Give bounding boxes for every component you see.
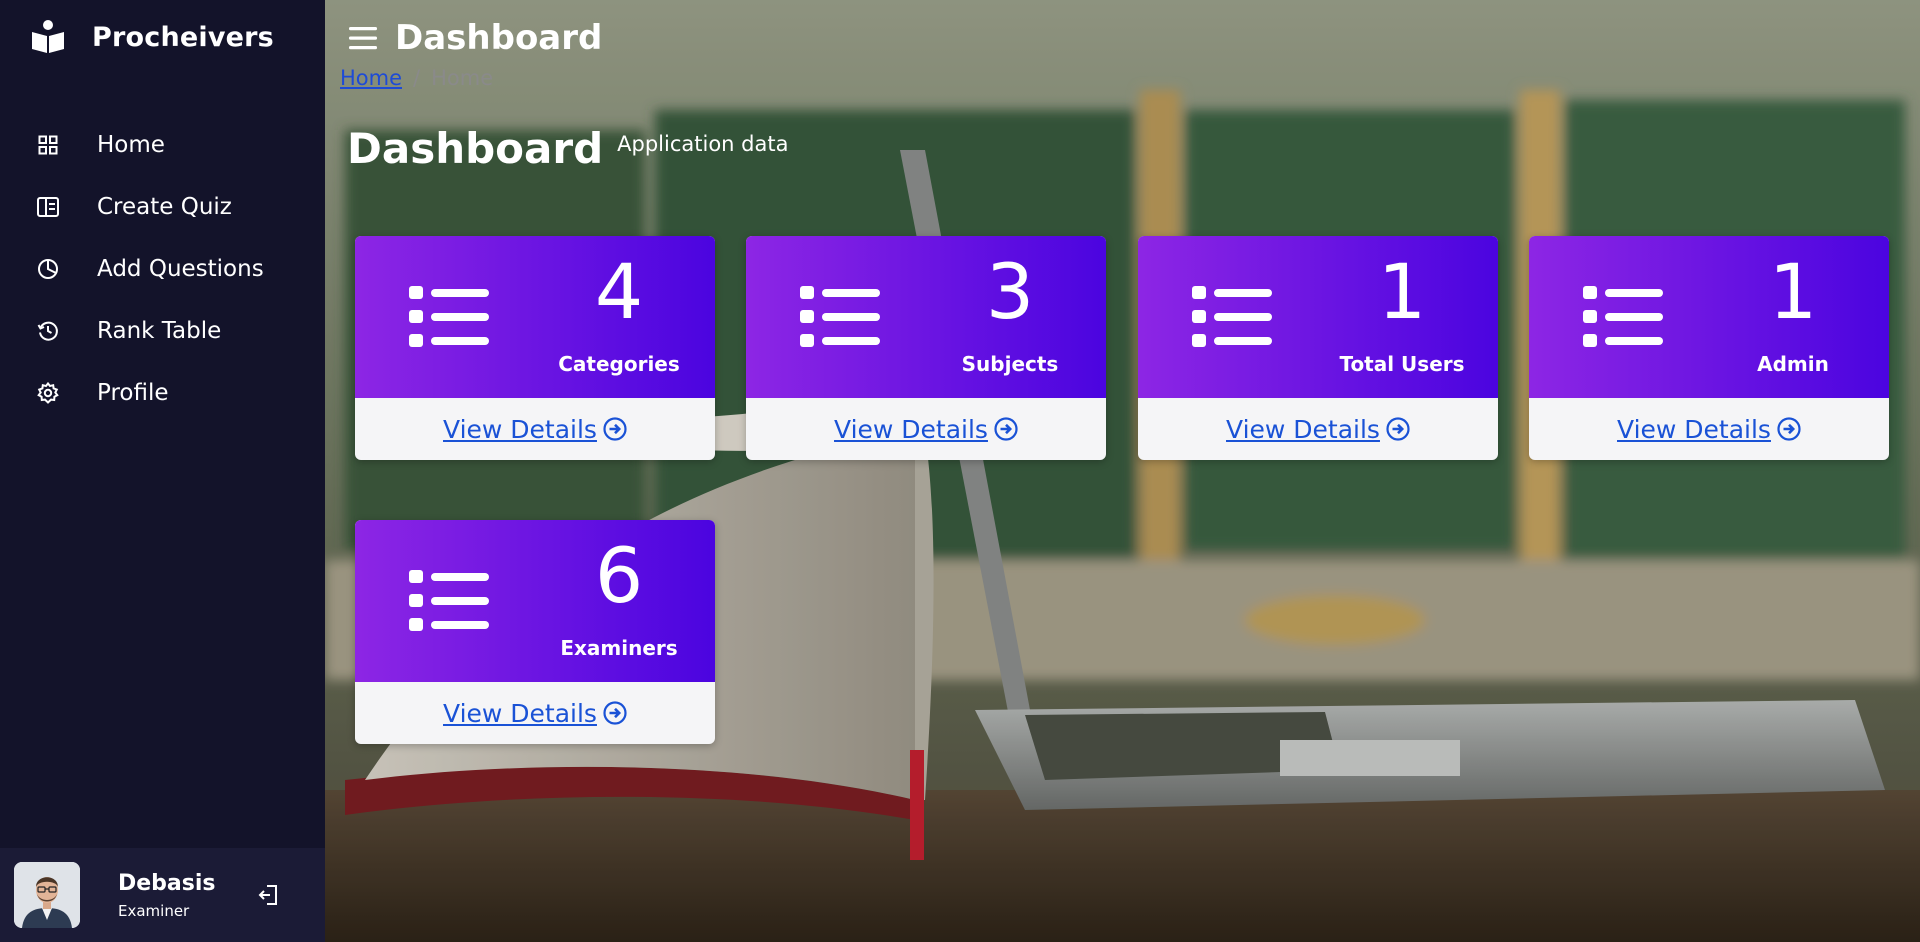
stat-card-total-users: 1 Total Users View Details: [1138, 236, 1498, 460]
stat-card-categories: 4 Categories View Details: [355, 236, 715, 460]
stat-card-header: 6 Examiners: [355, 520, 715, 682]
stat-label: Categories: [558, 352, 680, 376]
arrow-circle-right-icon: [994, 417, 1018, 441]
arrow-circle-right-icon: [1386, 417, 1410, 441]
brand-name: Procheivers: [92, 21, 274, 53]
pie-chart-icon: [36, 257, 60, 281]
stat-label: Admin: [1757, 352, 1829, 376]
stat-value: 1: [1768, 247, 1818, 336]
stat-value: 6: [594, 531, 644, 620]
stat-card-header: 3 Subjects: [746, 236, 1106, 398]
stat-card-header: 4 Categories: [355, 236, 715, 398]
stat-card-footer: View Details: [1529, 398, 1889, 460]
stat-value: 4: [594, 247, 644, 336]
gear-icon: [36, 381, 60, 405]
stat-label: Subjects: [961, 352, 1059, 376]
brand[interactable]: Procheivers: [0, 0, 325, 74]
sidebar-item-profile[interactable]: Profile: [0, 362, 325, 424]
stat-label: Total Users: [1339, 352, 1465, 376]
stat-card-header: 1 Total Users: [1138, 236, 1498, 398]
stat-card-footer: View Details: [746, 398, 1106, 460]
view-details-link[interactable]: View Details: [1617, 415, 1801, 444]
logout-button[interactable]: [254, 880, 284, 910]
reading-book-logo-icon: [32, 20, 64, 53]
arrow-circle-right-icon: [1777, 417, 1801, 441]
view-details-link[interactable]: View Details: [443, 699, 627, 728]
list-icon: [409, 286, 489, 347]
sidebar-item-label: Create Quiz: [97, 194, 232, 220]
view-details-label: View Details: [443, 414, 597, 444]
list-icon: [1192, 286, 1272, 347]
stat-value: 1: [1377, 247, 1427, 336]
stat-label: Examiners: [560, 636, 678, 660]
breadcrumb: Home / Home: [340, 66, 493, 90]
list-icon: [800, 286, 880, 347]
sidebar-item-rank-table[interactable]: Rank Table: [0, 300, 325, 362]
sidebar: Procheivers Home Create Quiz Add Questio…: [0, 0, 325, 942]
stat-value: 3: [985, 247, 1035, 336]
stat-card-header: 1 Admin: [1529, 236, 1889, 398]
stat-card-subjects: 3 Subjects View Details: [746, 236, 1106, 460]
list-icon: [409, 570, 489, 631]
layout-icon: [36, 195, 60, 219]
user-name: Debasis: [118, 870, 216, 896]
arrow-circle-right-icon: [603, 701, 627, 725]
user-panel: Debasis Examiner: [0, 848, 325, 942]
arrow-circle-right-icon: [603, 417, 627, 441]
user-info: Debasis Examiner: [118, 871, 248, 920]
sidebar-item-label: Home: [97, 132, 165, 158]
page-title: Dashboard: [347, 124, 604, 173]
page-subtitle: Application data: [617, 132, 789, 156]
sidebar-item-home[interactable]: Home: [0, 114, 325, 176]
stat-card-admin: 1 Admin View Details: [1529, 236, 1889, 460]
view-details-link[interactable]: View Details: [834, 415, 1018, 444]
sidebar-nav: Home Create Quiz Add Questions Rank Tabl…: [0, 114, 325, 424]
list-icon: [1583, 286, 1663, 347]
sidebar-item-label: Profile: [97, 380, 169, 406]
breadcrumb-home-link[interactable]: Home: [340, 66, 402, 90]
history-icon: [36, 319, 60, 343]
header-title: Dashboard: [395, 18, 603, 58]
sidebar-item-label: Add Questions: [97, 256, 264, 282]
stat-card-footer: View Details: [355, 398, 715, 460]
page-heading: Dashboard Application data: [347, 124, 788, 173]
sidebar-item-add-questions[interactable]: Add Questions: [0, 238, 325, 300]
breadcrumb-separator: /: [413, 66, 421, 90]
sidebar-item-label: Rank Table: [97, 318, 222, 344]
sidebar-item-create-quiz[interactable]: Create Quiz: [0, 176, 325, 238]
view-details-label: View Details: [1226, 414, 1380, 444]
view-details-link[interactable]: View Details: [443, 415, 627, 444]
stat-card-footer: View Details: [355, 682, 715, 744]
view-details-link[interactable]: View Details: [1226, 415, 1410, 444]
user-role: Examiner: [118, 901, 190, 920]
main-content: Dashboard Home / Home Dashboard Applicat…: [325, 0, 1920, 942]
view-details-label: View Details: [443, 698, 597, 728]
stat-card-examiners: 6 Examiners View Details: [355, 520, 715, 744]
avatar[interactable]: [14, 862, 80, 928]
hamburger-menu-icon[interactable]: [347, 25, 379, 51]
stat-card-footer: View Details: [1138, 398, 1498, 460]
view-details-label: View Details: [1617, 414, 1771, 444]
logout-icon: [258, 885, 277, 905]
view-details-label: View Details: [834, 414, 988, 444]
grid-icon: [36, 133, 60, 157]
breadcrumb-current: Home: [431, 66, 494, 90]
topbar: Dashboard: [347, 18, 602, 58]
